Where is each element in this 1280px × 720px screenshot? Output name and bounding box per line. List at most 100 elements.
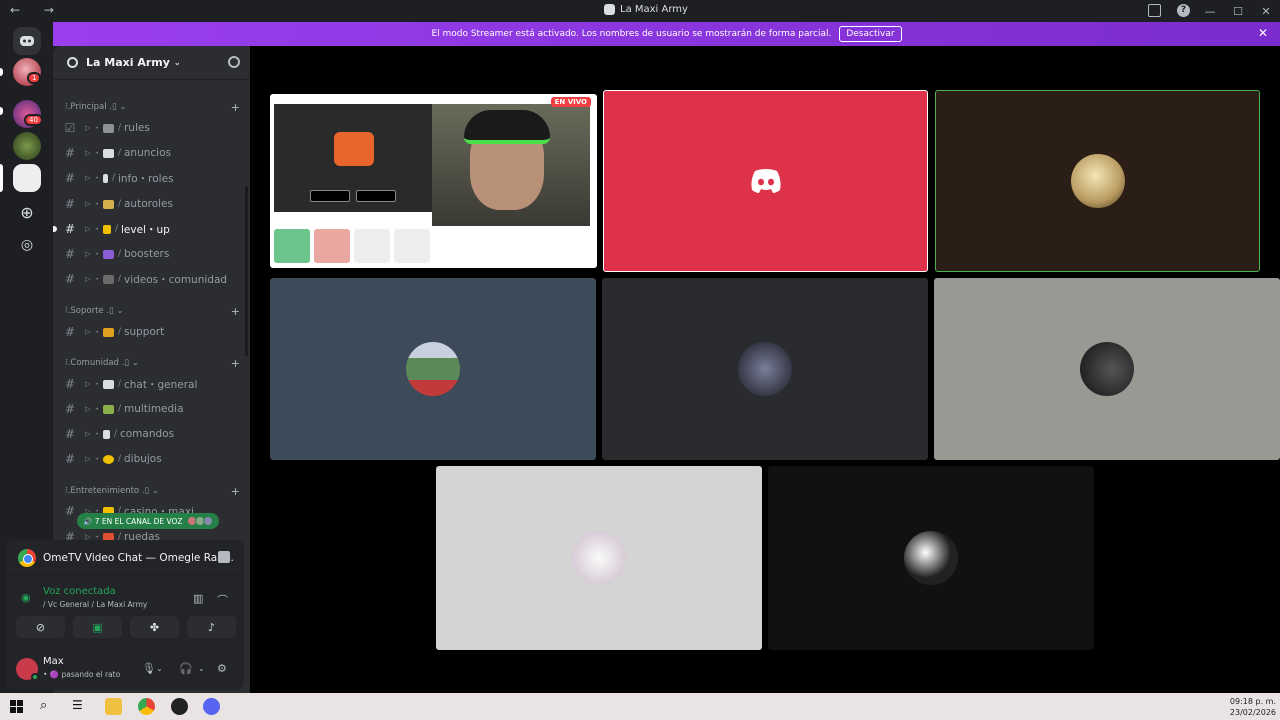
participant-tile-7[interactable] — [436, 466, 762, 650]
activities-button[interactable]: ✤ — [130, 616, 179, 638]
participant-tile-5[interactable] — [602, 278, 928, 460]
history-nav[interactable]: ← → — [10, 3, 64, 17]
invite-icon[interactable] — [228, 56, 240, 68]
voice-channel-path[interactable]: / Vc General / La Maxi Army — [43, 600, 147, 609]
discover-icon[interactable]: ◎ — [13, 231, 41, 259]
task-view-icon[interactable]: ☰ — [72, 698, 89, 715]
search-icon[interactable]: ⌕ — [40, 698, 57, 715]
rules-channel-icon: ☑ — [64, 121, 76, 135]
avatar — [202, 516, 213, 526]
system-clock[interactable]: 09:18 p. m. 23/02/2026 — [1230, 696, 1276, 718]
screen-share-button[interactable]: ▣ — [73, 616, 122, 638]
hash-icon: # — [64, 377, 76, 391]
os-taskbar: ⌕ ☰ 09:18 p. m. 23/02/2026 — [0, 693, 1280, 720]
discord-icon — [604, 4, 615, 15]
minimize-button[interactable]: — — [1196, 5, 1224, 18]
noise-suppression-icon[interactable]: ▥ — [193, 592, 203, 605]
inbox-icon[interactable] — [1148, 4, 1161, 17]
server-icon-3[interactable] — [13, 132, 41, 160]
participant-tile-4[interactable] — [270, 278, 596, 460]
add-channel-icon[interactable]: + — [231, 485, 240, 498]
channel-support[interactable]: # ▷ • / support — [61, 321, 237, 343]
channel-multimedia[interactable]: # ▷ • / multimedia — [61, 398, 237, 420]
participant-tile-8[interactable] — [768, 466, 1094, 650]
participant-tile-moon[interactable] — [935, 90, 1260, 272]
channel-name: anuncios — [123, 147, 171, 159]
streamer-mode-message: El modo Streamer está activado. Los nomb… — [431, 29, 832, 39]
channel-comandos[interactable]: # ▷ • / comandos — [61, 423, 237, 445]
channel-rules[interactable]: ☑ ▷ • / rules — [61, 117, 237, 139]
stream-tile[interactable]: EN VIVO — [270, 94, 597, 268]
hash-icon: # — [64, 171, 76, 185]
avatar — [572, 531, 626, 585]
channel-boosters[interactable]: # ▷ • / boosters — [61, 243, 237, 265]
category-soporte[interactable]: ⁝.Soporte .▯ ⌄ + — [65, 305, 240, 318]
server-icon-la-maxi-army[interactable] — [13, 164, 41, 192]
discord-taskbar-icon[interactable] — [203, 698, 220, 715]
channel-emoji-icon — [102, 429, 110, 439]
channel-dibujos[interactable]: # ▷ • / dibujos — [61, 448, 237, 470]
category-principal[interactable]: ⁝.Principal .▯ ⌄ + — [65, 101, 240, 114]
file-explorer-icon[interactable] — [105, 698, 122, 715]
user-area[interactable]: Max • 🟣 pasando el rato 🎙 ⌄ 🎧 ⌄ ⚙ — [6, 650, 244, 690]
disconnect-icon[interactable]: ⌒ — [217, 592, 228, 608]
close-window-button[interactable]: ✕ — [1252, 5, 1280, 18]
gear-icon[interactable]: ⚙ — [217, 662, 227, 675]
server-badge-1: 1 — [27, 72, 42, 84]
hash-icon: # — [64, 452, 76, 466]
window-controls: — ☐ ✕ — [1196, 0, 1280, 22]
channel-chat-general[interactable]: # ▷ • / chat・general — [61, 373, 237, 395]
direct-messages-icon[interactable] — [13, 27, 41, 55]
soundboard-button[interactable]: ♪ — [187, 616, 236, 638]
activity-bar[interactable]: OmeTV Video Chat — Omegle Ran... — [6, 540, 244, 576]
channel-info-roles[interactable]: # ▷ • / info・roles — [61, 167, 237, 189]
star-icon — [102, 224, 111, 234]
chevron-down-icon[interactable]: ⌄ — [156, 664, 163, 673]
streamer-mode-banner: El modo Streamer está activado. Los nomb… — [53, 22, 1280, 46]
channel-name: comandos — [119, 428, 175, 440]
channel-emoji-icon — [102, 274, 114, 284]
hash-icon: # — [64, 402, 76, 416]
stop-stream-icon[interactable] — [218, 551, 230, 563]
sidebar-scrollbar[interactable] — [245, 186, 248, 356]
channel-name: info・roles — [117, 172, 174, 185]
stream-btn-grey — [354, 229, 390, 263]
app-icon[interactable] — [171, 698, 188, 715]
close-banner-icon[interactable]: ✕ — [1258, 26, 1268, 40]
channel-name: autoroles — [123, 198, 173, 210]
hash-icon: # — [64, 197, 76, 211]
server-unread-pip — [0, 107, 3, 115]
server-unread-pip — [0, 68, 3, 76]
voice-pill-label: 🔊 7 EN EL CANAL DE VOZ — [83, 516, 183, 526]
participant-tile-6[interactable] — [934, 278, 1280, 460]
channel-name: boosters — [123, 248, 170, 260]
chrome-icon[interactable] — [138, 698, 155, 715]
participant-tile-discord[interactable] — [603, 90, 928, 272]
user-name: Max — [43, 656, 64, 667]
voice-status[interactable]: Voz conectada — [43, 586, 116, 597]
headphones-icon[interactable]: 🎧 — [179, 662, 193, 675]
add-server-icon[interactable]: ⊕ — [13, 198, 41, 226]
add-channel-icon[interactable]: + — [231, 357, 240, 370]
microphone-icon[interactable]: 🎙 — [142, 662, 156, 675]
disable-streamer-button[interactable]: Desactivar — [839, 26, 902, 42]
camera-off-button[interactable]: ⊘ — [16, 616, 65, 638]
add-channel-icon[interactable]: + — [231, 305, 240, 318]
category-comunidad[interactable]: ⁝.Comunidad .▯ ⌄ + — [65, 357, 240, 370]
tv-logo-icon — [334, 132, 374, 166]
guild-header[interactable]: La Maxi Army ⌄ — [53, 46, 250, 80]
user-status: • 🟣 pasando el rato — [43, 670, 121, 679]
channel-autoroles[interactable]: # ▷ • / autoroles — [61, 193, 237, 215]
discord-logo-icon — [750, 169, 781, 193]
channel-anuncios[interactable]: # ▷ • / anuncios — [61, 142, 237, 164]
channel-level-up[interactable]: # ▷ • / level・up — [61, 218, 237, 240]
chevron-down-icon[interactable]: ⌄ — [198, 664, 205, 673]
maximize-button[interactable]: ☐ — [1224, 5, 1252, 18]
channel-videos-comunidad[interactable]: # ▷ • / videos・comunidad — [61, 268, 237, 290]
voice-channel-pill[interactable]: 🔊 7 EN EL CANAL DE VOZ — [77, 513, 219, 529]
windows-start-icon[interactable] — [8, 698, 25, 715]
category-entretenimiento[interactable]: ⁝.Entretenimiento .▯ ⌄ + — [65, 485, 240, 498]
add-channel-icon[interactable]: + — [231, 101, 240, 114]
help-icon[interactable]: ? — [1177, 4, 1190, 17]
channel-name: chat・general — [123, 378, 198, 391]
